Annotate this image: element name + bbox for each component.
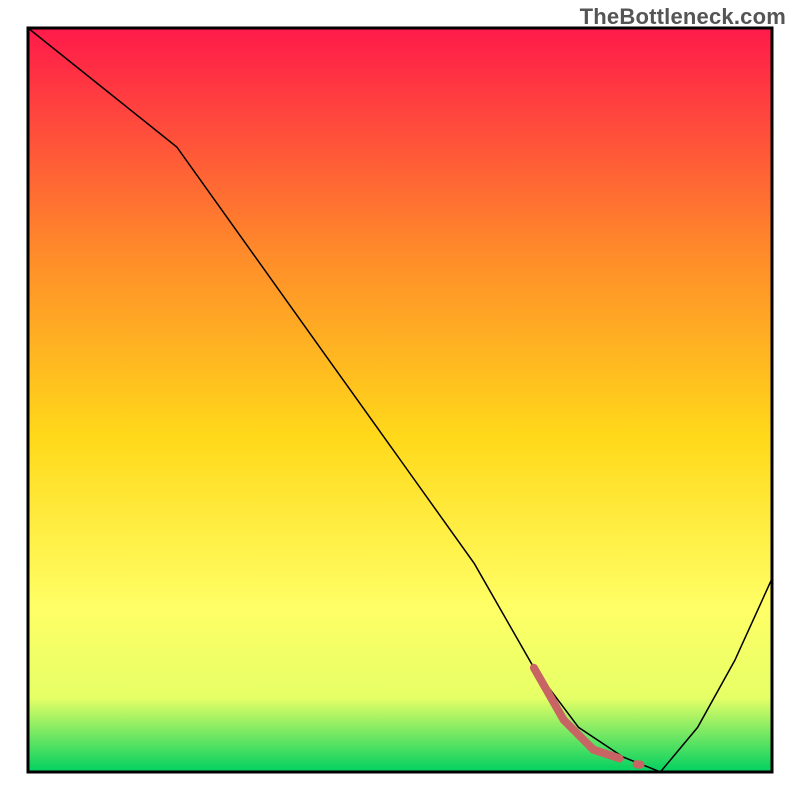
chart-container: TheBottleneck.com	[0, 0, 800, 800]
bottleneck-chart	[0, 0, 800, 800]
plot-background	[28, 28, 772, 772]
watermark-text: TheBottleneck.com	[580, 4, 786, 30]
